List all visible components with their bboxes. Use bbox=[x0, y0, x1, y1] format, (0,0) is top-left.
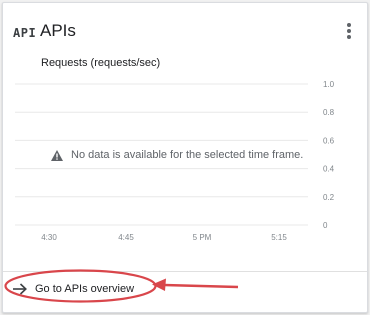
x-tick-label: 5 PM bbox=[193, 233, 212, 242]
y-tick-label: 0.4 bbox=[323, 165, 335, 174]
empty-state-text: No data is available for the selected ti… bbox=[71, 149, 304, 161]
y-tick-label: 0.8 bbox=[323, 108, 335, 117]
y-tick-label: 0 bbox=[323, 221, 328, 230]
y-tick-label: 0.2 bbox=[323, 193, 335, 202]
x-tick-label: 4:45 bbox=[118, 233, 134, 242]
y-tick-label: 1.0 bbox=[323, 80, 335, 89]
arrow-right-icon bbox=[13, 283, 27, 295]
card-footer: Go to APIs overview bbox=[3, 271, 367, 312]
go-to-apis-overview-link[interactable]: Go to APIs overview bbox=[13, 283, 134, 295]
empty-state-message: No data is available for the selected ti… bbox=[51, 149, 303, 161]
warning-icon bbox=[51, 149, 63, 161]
go-to-apis-overview-label: Go to APIs overview bbox=[35, 283, 135, 295]
x-tick-label: 4:30 bbox=[41, 233, 57, 242]
x-tick-label: 5:15 bbox=[271, 233, 287, 242]
requests-chart: 1.0 0.8 0.6 0.4 0.2 0 4:30 4:45 5 PM 5:15 bbox=[15, 80, 335, 242]
y-tick-label: 0.6 bbox=[323, 136, 335, 145]
apis-card: API APIs Requests (requests/sec) 1.0 0.8 0… bbox=[2, 2, 368, 313]
